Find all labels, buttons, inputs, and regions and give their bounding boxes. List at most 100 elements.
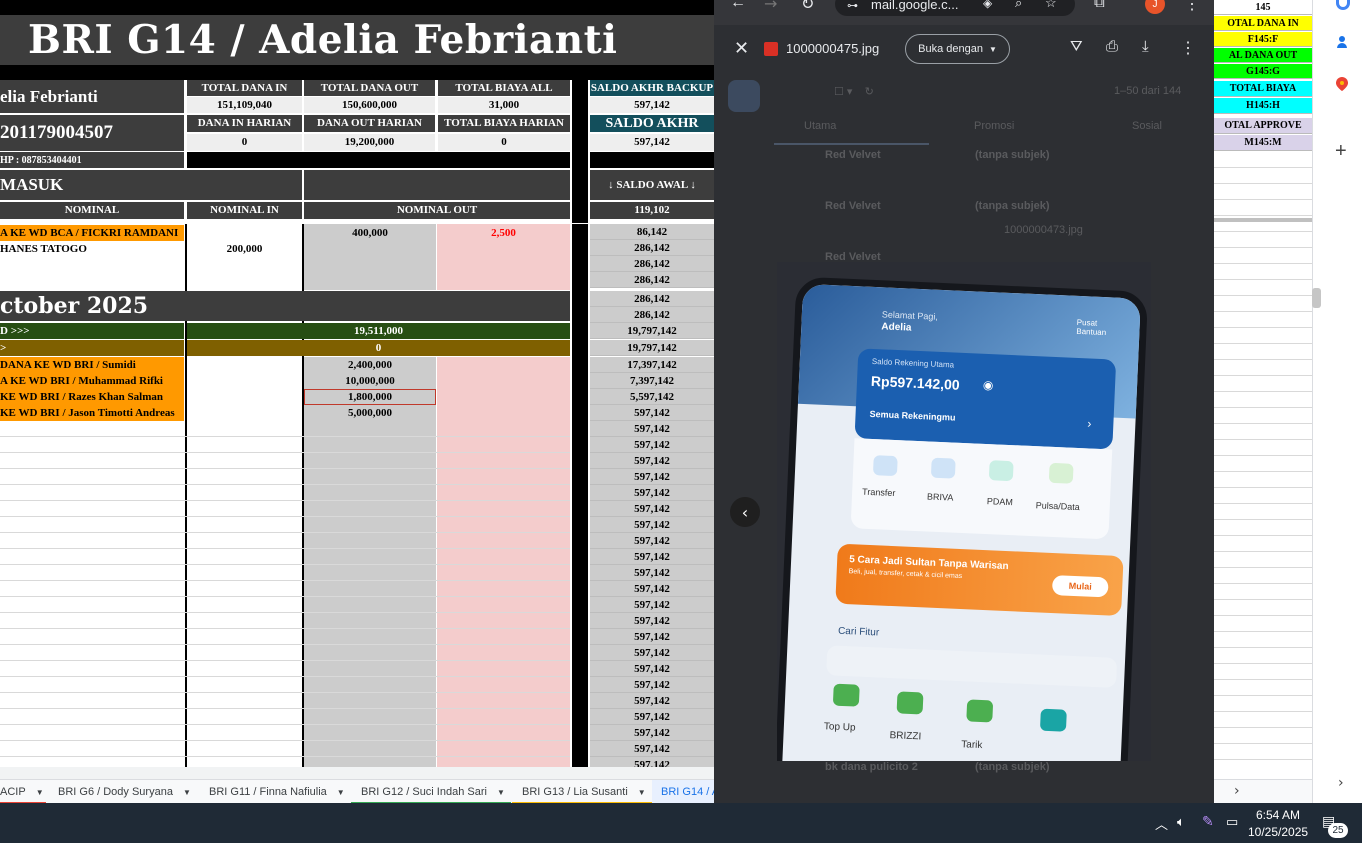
out-cell[interactable]: [304, 241, 436, 257]
reload-icon[interactable]: ↻: [801, 0, 814, 14]
summary-out-value[interactable]: 0: [187, 340, 570, 356]
balance-cell[interactable]: 597,142: [590, 661, 714, 677]
cell[interactable]: AL DANA OUT: [1214, 48, 1312, 63]
previous-image-button[interactable]: ‹: [730, 497, 760, 527]
desc-cell[interactable]: HANES TATOGO: [0, 241, 184, 257]
balance-cell[interactable]: 286,142: [590, 256, 714, 272]
extensions-icon[interactable]: ⧉: [1094, 0, 1105, 11]
profile-avatar[interactable]: J: [1145, 0, 1165, 14]
pen-icon[interactable]: ✎: [1202, 813, 1214, 830]
balance-cell[interactable]: 597,142: [590, 533, 714, 549]
balance-cell[interactable]: 597,142: [590, 421, 714, 437]
balance-cell[interactable]: 86,142: [590, 224, 714, 240]
volume-icon[interactable]: 🔈︎: [1177, 814, 1185, 830]
chevron-down-icon[interactable]: ▼: [638, 788, 646, 797]
chevron-down-icon[interactable]: ▼: [497, 788, 505, 797]
out-cell[interactable]: 10,000,000: [304, 373, 436, 389]
balance-cell[interactable]: 286,142: [590, 291, 714, 307]
cell[interactable]: H145:H: [1214, 98, 1312, 114]
fee-cell[interactable]: [437, 273, 570, 289]
cell[interactable]: OTAL DANA IN: [1214, 16, 1312, 31]
eye-icon[interactable]: ◈: [983, 0, 992, 10]
desc-cell[interactable]: [0, 257, 184, 273]
desc-cell[interactable]: A KE WD BRI / Muhammad Rifki: [0, 373, 184, 389]
fee-cell[interactable]: [437, 241, 570, 257]
balance-cell[interactable]: 5,597,142: [590, 389, 714, 405]
balance-cell[interactable]: 597,142: [590, 453, 714, 469]
in-cell[interactable]: [187, 273, 302, 289]
desc-cell[interactable]: A KE WD BCA / FICKRI RAMDANI: [0, 225, 184, 241]
in-cell[interactable]: [187, 257, 302, 273]
desc-cell[interactable]: DANA KE WD BRI / Sumidi: [0, 357, 184, 373]
out-cell[interactable]: [304, 257, 436, 273]
balance-cell[interactable]: 597,142: [590, 581, 714, 597]
cell[interactable]: F145:F: [1214, 32, 1312, 47]
tab-bri-g13[interactable]: BRI G13 / Lia Susanti ▼: [522, 780, 646, 803]
value-total-dana-in[interactable]: 151,109,040: [187, 97, 302, 113]
desc-cell[interactable]: KE WD BRI / Jason Timotti Andreas: [0, 405, 184, 421]
balance-cell[interactable]: 597,142: [590, 565, 714, 581]
value-saldo-akhr[interactable]: 597,142: [590, 134, 714, 151]
tab-bri-g6[interactable]: BRI G6 / Dody Suryana ▼: [58, 780, 191, 803]
more-vert-icon[interactable]: ⋮: [1184, 0, 1200, 14]
chevron-down-icon[interactable]: ▼: [36, 788, 44, 797]
value-total-biaya-harian[interactable]: 0: [438, 134, 570, 151]
balance-cell[interactable]: 597,142: [590, 485, 714, 501]
balance-cell[interactable]: 597,142: [590, 645, 714, 661]
balance-cell[interactable]: 597,142: [590, 549, 714, 565]
out-cell[interactable]: 5,000,000: [304, 405, 436, 421]
balance-cell[interactable]: 19,797,142: [590, 340, 714, 356]
balance-cell[interactable]: 597,142: [590, 517, 714, 533]
balance-cell[interactable]: 597,142: [590, 405, 714, 421]
chevron-down-icon[interactable]: ▼: [183, 788, 191, 797]
fee-cell[interactable]: 2,500: [437, 225, 570, 241]
balance-cell[interactable]: 597,142: [590, 677, 714, 693]
in-cell[interactable]: 200,000: [187, 241, 302, 257]
balance-cell[interactable]: 286,142: [590, 272, 714, 288]
value-dana-in-harian[interactable]: 0: [187, 134, 302, 151]
balance-cell[interactable]: 597,142: [590, 437, 714, 453]
in-cell[interactable]: [187, 225, 302, 241]
summary-in-value[interactable]: 19,511,000: [187, 323, 570, 339]
balance-cell[interactable]: 597,142: [590, 613, 714, 629]
vertical-scrollbar[interactable]: [1312, 288, 1321, 308]
chevron-right-icon[interactable]: ›: [1338, 775, 1344, 791]
cell[interactable]: M145:M: [1214, 135, 1312, 151]
tab-bri-g11[interactable]: BRI G11 / Finna Nafiulia ▼: [209, 780, 345, 803]
print-icon[interactable]: ⎙: [1106, 38, 1118, 55]
network-icon[interactable]: ▭: [1226, 814, 1238, 830]
chevron-right-icon[interactable]: ›: [1234, 783, 1240, 799]
desc-cell[interactable]: [0, 273, 184, 289]
more-vert-icon[interactable]: ⋮: [1180, 38, 1196, 58]
balance-cell[interactable]: 597,142: [590, 725, 714, 741]
balance-cell[interactable]: 597,142: [590, 629, 714, 645]
cell[interactable]: TOTAL BIAYA: [1214, 81, 1312, 97]
site-info-icon[interactable]: ⊶: [847, 0, 858, 12]
balance-cell[interactable]: 597,142: [590, 469, 714, 485]
balance-cell[interactable]: 597,142: [590, 501, 714, 517]
balance-cell[interactable]: 7,397,142: [590, 373, 714, 389]
clock-time[interactable]: 6:54 AM: [1256, 808, 1300, 822]
address-bar[interactable]: ⊶ mail.google.c... ◈ ⌕ ☆: [835, 0, 1075, 16]
out-cell[interactable]: 400,000: [304, 225, 436, 241]
star-icon[interactable]: ☆: [1045, 0, 1057, 11]
cell[interactable]: 145: [1214, 0, 1312, 15]
tab-acip[interactable]: ACIP ▼: [0, 780, 44, 803]
balance-cell[interactable]: 286,142: [590, 307, 714, 323]
tab-bri-g14-active[interactable]: BRI G14 / A: [652, 780, 719, 803]
back-icon[interactable]: ←: [730, 0, 746, 12]
out-cell[interactable]: [304, 273, 436, 289]
tab-bri-g12[interactable]: BRI G12 / Suci Indah Sari ▼: [361, 780, 505, 803]
value-saldo-akhr-backup[interactable]: 597,142: [590, 97, 714, 113]
desc-cell[interactable]: KE WD BRI / Razes Khan Salman: [0, 389, 184, 405]
cell[interactable]: OTAL APPROVE: [1214, 118, 1312, 134]
out-cell[interactable]: 1,800,000: [304, 389, 436, 405]
balance-cell[interactable]: 17,397,142: [590, 357, 714, 373]
balance-cell[interactable]: 597,142: [590, 693, 714, 709]
chevron-up-icon[interactable]: ︿: [1155, 814, 1168, 833]
forward-icon[interactable]: →: [764, 0, 777, 13]
balance-cell[interactable]: 19,797,142: [590, 323, 714, 339]
value-dana-out-harian[interactable]: 19,200,000: [304, 134, 435, 151]
value-total-biaya-all[interactable]: 31,000: [438, 97, 570, 113]
download-icon[interactable]: ⤓: [1142, 38, 1149, 55]
